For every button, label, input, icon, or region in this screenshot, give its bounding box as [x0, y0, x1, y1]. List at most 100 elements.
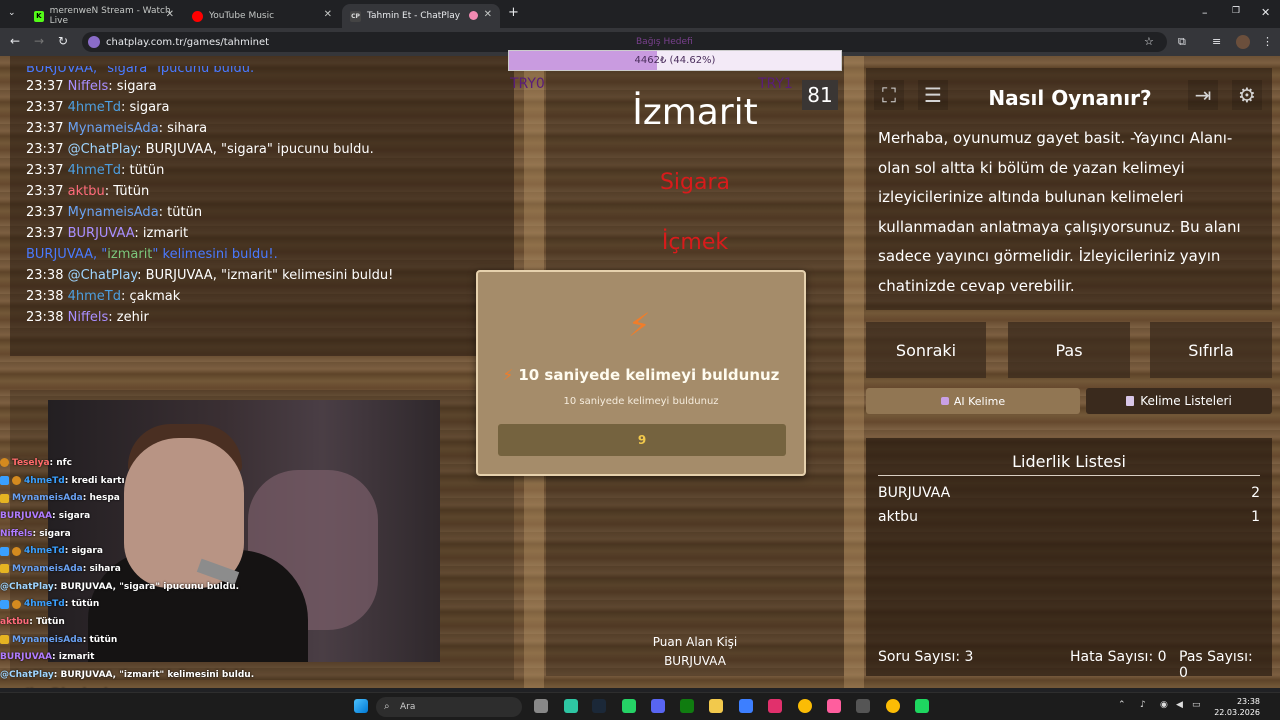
overlay-chat-text: : tütün [64, 599, 100, 610]
overlay-chat-line: MynameisAda : hespa [0, 489, 460, 507]
exit-icon[interactable]: ⇥ [1188, 80, 1218, 110]
chat-timestamp: 23:37 [26, 79, 64, 94]
chat-message: 23:37 4hmeTd: tütün [26, 160, 506, 181]
discord-icon[interactable] [651, 699, 665, 713]
next-button[interactable]: Sonraki [866, 322, 986, 378]
tab-chatplay[interactable]: CP Tahmin Et - ChatPlay ✕ [342, 4, 500, 28]
maximize-icon[interactable]: ❐ [1232, 6, 1240, 16]
chrome-icon[interactable] [886, 699, 900, 713]
chat-username[interactable]: 4hmeTd [68, 289, 121, 304]
menu-icon[interactable]: ⋮ [1262, 35, 1273, 48]
volume-icon[interactable]: ◀ [1176, 700, 1183, 710]
chat-message: 23:37 Niffels: sigara [26, 76, 506, 97]
steam-icon[interactable] [592, 699, 606, 713]
chat-badge-icon [0, 476, 9, 486]
extensions-icon[interactable]: ⧉ [1178, 35, 1186, 49]
robot-icon [940, 397, 949, 405]
edge-icon[interactable] [564, 699, 578, 713]
chat-timestamp: 23:37 [26, 205, 64, 220]
overlay-chat-text: : BURJUVAA, "izmarit" kelimesini buldu. [53, 670, 255, 681]
battery-icon[interactable]: ▭ [1192, 700, 1201, 710]
clock-time: 23:38 [1236, 697, 1260, 706]
app-icon[interactable] [856, 699, 870, 713]
chat-username[interactable]: BURJUVAA [68, 226, 135, 241]
tab-search-icon[interactable]: ⌄ [8, 8, 16, 18]
profile-avatar[interactable] [1236, 35, 1250, 49]
notes-icon[interactable]: ☰ [918, 80, 948, 110]
close-tab-icon[interactable]: ✕ [324, 9, 332, 20]
overlay-chat-line: BURJUVAA : izmarit [0, 649, 460, 667]
list-icon [1126, 396, 1135, 406]
tab-groups-icon[interactable]: ≡ [1212, 35, 1221, 48]
app-icon[interactable] [915, 699, 929, 713]
chat-badge-icon [0, 493, 9, 503]
taskbar-search[interactable]: ⌕ Ara [376, 697, 522, 717]
xbox-icon[interactable] [680, 699, 694, 713]
reload-icon[interactable]: ↻ [58, 34, 68, 48]
modal-title: ⚡ 10 saniyede kelimeyi buldunuz [478, 366, 804, 384]
ai-word-label: AI Kelime [953, 394, 1006, 408]
pass-button[interactable]: Pas [1008, 322, 1130, 378]
modal-value: 9 [498, 424, 786, 456]
ai-word-button[interactable]: AI Kelime [866, 388, 1080, 414]
word-lists-button[interactable]: Kelime Listeleri [1086, 388, 1272, 414]
file-explorer-icon[interactable] [709, 699, 723, 713]
back-icon[interactable]: ← [10, 34, 20, 48]
leaderboard-score: 2 [1251, 485, 1260, 501]
chat-username[interactable]: @ChatPlay [68, 268, 138, 283]
chat-message: 23:38 @ChatPlay: BURJUVAA, "izmarit" kel… [26, 265, 506, 286]
minimize-icon[interactable]: – [1202, 6, 1208, 19]
chat-username[interactable]: MynameisAda [68, 205, 159, 220]
forward-icon[interactable]: → [34, 34, 44, 48]
overlay-chat-text: : sigara [64, 546, 103, 557]
chat-username[interactable]: Niffels [68, 310, 109, 325]
chat-username[interactable]: MynameisAda [68, 121, 159, 136]
tab-title: YouTube Music [209, 11, 275, 21]
chat-badge-icon [12, 546, 21, 556]
donation-progress-bar: 4462₺ (44.62%) [508, 50, 842, 71]
site-info-icon[interactable] [88, 36, 100, 48]
new-tab-button[interactable]: + [508, 5, 519, 20]
close-window-icon[interactable]: ✕ [1261, 6, 1270, 19]
windows-start-icon[interactable] [354, 699, 368, 713]
reset-button[interactable]: Sıfırla [1150, 322, 1272, 378]
app-icon[interactable] [739, 699, 753, 713]
chat-username[interactable]: 4hmeTd [68, 100, 121, 115]
chat-log: BURJUVAA, "sigara" ipucunu buldu. 23:37 … [26, 66, 506, 328]
settings-gear-icon[interactable]: ⚙ [1232, 80, 1262, 110]
microphone-icon[interactable]: ♪ [1140, 700, 1146, 710]
whatsapp-icon[interactable] [622, 699, 636, 713]
chat-badge-icon [0, 599, 9, 609]
overlay-chat-text: : Tütün [29, 617, 65, 628]
overlay-chat-text: : nfc [49, 457, 72, 468]
instagram-icon[interactable] [768, 699, 782, 713]
bookmark-star-icon[interactable]: ☆ [1144, 35, 1154, 48]
chrome-icon[interactable] [798, 699, 812, 713]
chat-username[interactable]: Niffels [68, 79, 109, 94]
chat-timestamp: 23:38 [26, 310, 64, 325]
chat-username[interactable]: @ChatPlay [68, 142, 138, 157]
lightning-icon: ⚡ [502, 366, 519, 384]
overlay-chat-line: @ChatPlay : BURJUVAA, "sigara" ipucunu b… [0, 578, 460, 596]
tray-chevron-icon[interactable]: ⌃ [1118, 700, 1126, 710]
taskbar-clock[interactable]: 23:38 22.03.2026 [1210, 696, 1260, 718]
chat-username[interactable]: aktbu [68, 184, 105, 199]
chat-text: : çakmak [120, 289, 181, 304]
close-tab-icon[interactable]: ✕ [166, 9, 174, 20]
network-icon[interactable]: ◉ [1160, 700, 1168, 710]
chat-timestamp: 23:37 [26, 226, 64, 241]
chat-system-message: BURJUVAA, "izmarit" kelimesini buldu!. [26, 244, 506, 265]
chat-text: : BURJUVAA, "sigara" ipucunu buldu. [137, 142, 374, 157]
url-field[interactable]: chatplay.com.tr/games/tahminet [82, 32, 1167, 52]
fullscreen-icon[interactable]: ⛶ [874, 80, 904, 110]
close-tab-icon[interactable]: ✕ [484, 9, 492, 20]
app-icon[interactable] [827, 699, 841, 713]
overlay-chat-username: MynameisAda [12, 634, 83, 645]
overlay-chat-username: BURJUVAA [0, 652, 53, 663]
task-view-icon[interactable] [534, 699, 548, 713]
tab-youtube-music[interactable]: YouTube Music ✕ [184, 4, 340, 28]
tab-kick[interactable]: K merenweN Stream - Watch Live ✕ [26, 4, 182, 28]
chat-message: 23:38 Niffels: zehir [26, 307, 506, 328]
overlay-chat-line: Niffels : sigara [0, 525, 460, 543]
chat-username[interactable]: 4hmeTd [68, 163, 121, 178]
